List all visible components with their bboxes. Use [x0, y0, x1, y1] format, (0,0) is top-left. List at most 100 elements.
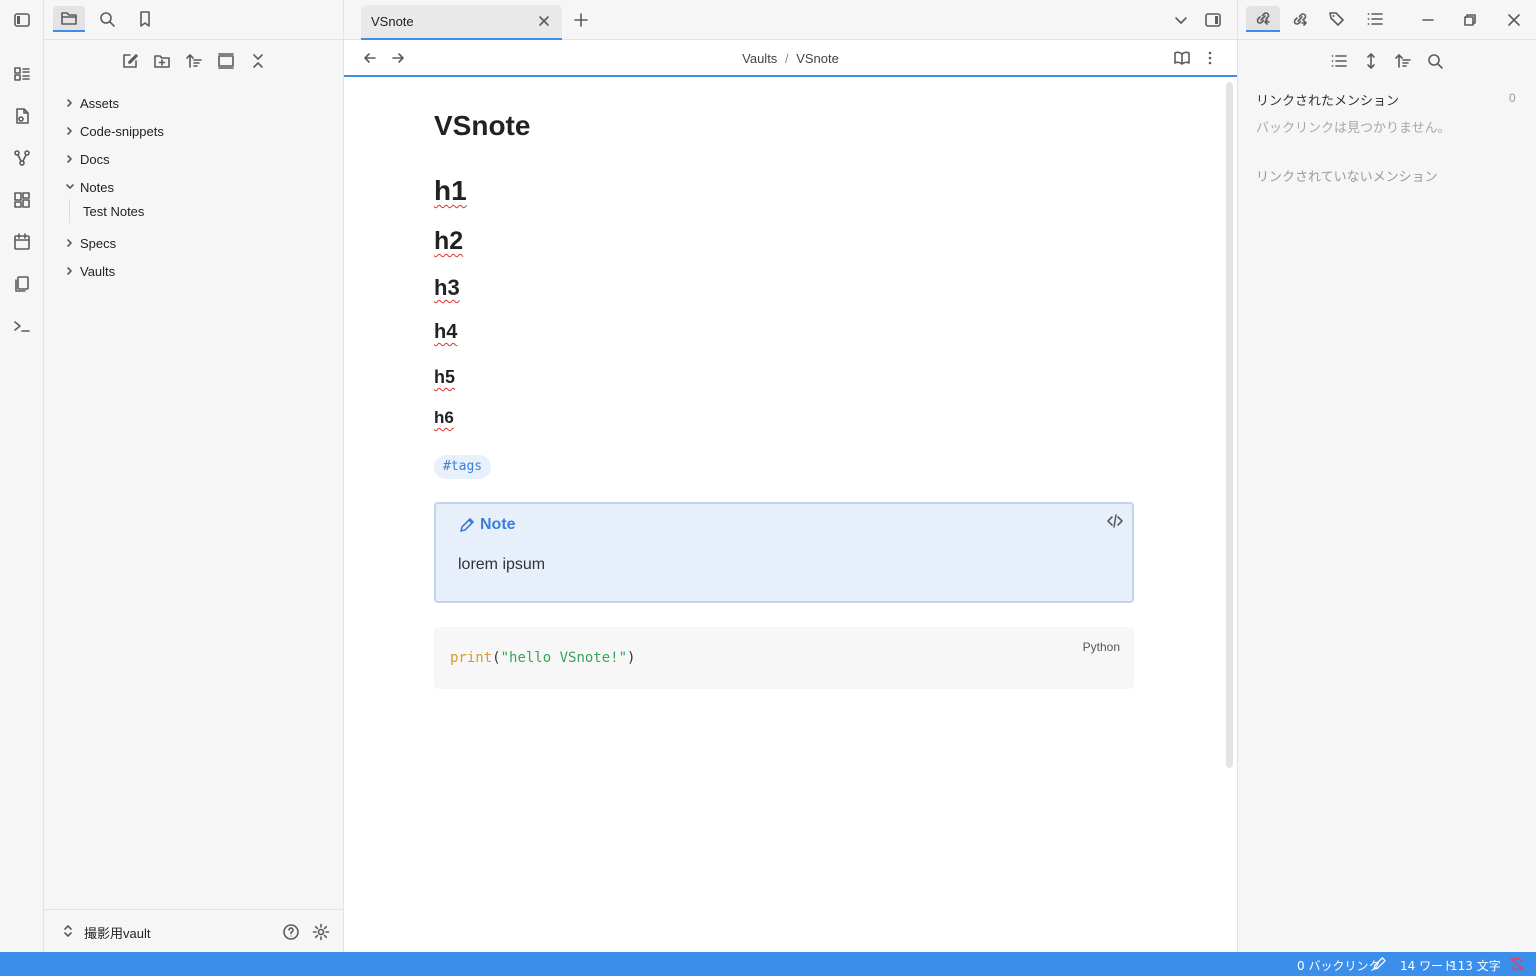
expand-context-icon[interactable] — [1357, 48, 1385, 74]
graph-view-icon[interactable] — [8, 145, 36, 171]
left-sidebar: Assets Code-snippets Docs Notes Test Not… — [44, 0, 344, 952]
minimize-icon[interactable] — [1414, 7, 1442, 33]
collapse-all-icon[interactable] — [244, 48, 272, 74]
heading-3[interactable]: h3 — [434, 275, 460, 301]
unlinked-mentions-heading[interactable]: リンクされていないメンション — [1256, 166, 1438, 185]
code-block[interactable]: Python print("hello VSnote!") — [434, 627, 1134, 689]
status-backlinks[interactable]: 0 バックリンク — [1297, 957, 1380, 974]
editor-scrollbar[interactable] — [1226, 82, 1233, 768]
calendar-icon[interactable] — [8, 229, 36, 255]
chevron-right-icon — [62, 126, 78, 136]
left-sidebar-tabs — [44, 0, 344, 40]
auto-reveal-icon[interactable] — [212, 48, 240, 74]
restore-icon[interactable] — [1456, 7, 1484, 33]
note-title[interactable]: VSnote — [434, 110, 530, 142]
canvas-icon[interactable] — [8, 187, 36, 213]
vault-name[interactable]: 撮影用vault — [84, 923, 150, 942]
code-toggle-icon[interactable] — [1106, 512, 1124, 530]
sync-off-icon[interactable] — [1509, 956, 1525, 972]
tab-title: VSnote — [371, 14, 414, 29]
folder-notes[interactable]: Notes — [62, 175, 114, 199]
folder-code-snippets[interactable]: Code-snippets — [62, 119, 164, 143]
heading-6[interactable]: h6 — [434, 408, 454, 428]
folder-assets[interactable]: Assets — [62, 91, 119, 115]
breadcrumb-separator: / — [784, 51, 789, 66]
callout-note[interactable]: Note lorem ipsum — [434, 502, 1134, 603]
ribbon — [0, 0, 44, 952]
heading-5[interactable]: h5 — [434, 367, 455, 388]
right-sidebar: リンクされたメンション 0 バックリンクは見つかりません。 リンクされていないメ… — [1237, 0, 1536, 952]
search-icon[interactable] — [1421, 48, 1449, 74]
chevron-right-icon — [62, 154, 78, 164]
code-func: print — [450, 650, 493, 666]
tags-tab-icon[interactable] — [1323, 6, 1351, 32]
view-header: Vaults / VSnote — [344, 40, 1237, 77]
callout-title: Note — [480, 516, 516, 533]
no-backlinks-text: バックリンクは見つかりません。 — [1256, 121, 1451, 136]
code-paren-open: ( — [492, 650, 501, 666]
tag-pill[interactable]: #tags — [434, 455, 492, 479]
new-tab-icon[interactable] — [567, 7, 595, 33]
folder-label: Specs — [80, 235, 117, 251]
sort-icon[interactable] — [180, 48, 208, 74]
chevron-right-icon — [62, 266, 78, 276]
open-file-icon[interactable] — [8, 103, 36, 129]
code-line: print("hello VSnote!") — [450, 650, 635, 666]
close-window-icon[interactable] — [1500, 7, 1528, 33]
folder-vaults[interactable]: Vaults — [62, 259, 115, 283]
folder-label: Notes — [80, 179, 114, 195]
chevron-down-icon — [62, 182, 78, 192]
tab-list-chevron-down-icon[interactable] — [1167, 7, 1195, 33]
collapse-results-icon[interactable] — [1325, 48, 1353, 74]
file-label: Test Notes — [83, 203, 145, 219]
new-folder-icon[interactable] — [148, 48, 176, 74]
callout-body: lorem ipsum — [458, 556, 546, 573]
close-tab-icon[interactable] — [537, 14, 551, 28]
code-paren-close: ) — [627, 650, 636, 666]
reading-view-book-icon[interactable] — [1168, 45, 1196, 71]
breadcrumb: Vaults / VSnote — [344, 51, 1237, 66]
vault-switcher-icon[interactable] — [62, 923, 74, 939]
code-language-label: Python — [1082, 640, 1120, 654]
templates-icon[interactable] — [8, 271, 36, 297]
outline-tab-icon[interactable] — [1361, 6, 1389, 32]
tree-indent-guide — [69, 199, 70, 223]
file-test-notes[interactable]: Test Notes — [83, 199, 144, 223]
folder-label: Docs — [80, 151, 110, 167]
toggle-right-sidebar-icon[interactable] — [1199, 7, 1227, 33]
outgoing-links-tab-icon[interactable] — [1286, 6, 1314, 32]
heading-4[interactable]: h4 — [434, 321, 457, 344]
vault-bar: 撮影用vault — [44, 909, 344, 952]
tab-strip: VSnote — [344, 0, 1237, 40]
search-tab-icon[interactable] — [93, 6, 121, 32]
help-icon[interactable] — [277, 919, 305, 945]
edit-pencil-icon[interactable] — [1372, 956, 1387, 971]
file-explorer-tab-icon[interactable] — [53, 6, 85, 32]
outline-icon[interactable] — [8, 61, 36, 87]
breadcrumb-folder[interactable]: Vaults — [742, 51, 777, 66]
new-note-icon[interactable] — [116, 48, 144, 74]
chevron-right-icon — [62, 238, 78, 248]
terminal-icon[interactable] — [8, 313, 36, 339]
right-sidebar-tabs — [1238, 0, 1536, 40]
pencil-icon — [458, 516, 476, 534]
folder-label: Vaults — [80, 263, 116, 279]
toggle-left-sidebar-icon[interactable] — [8, 7, 36, 33]
bookmarks-tab-icon[interactable] — [131, 6, 159, 32]
folder-label: Code-snippets — [80, 123, 164, 139]
status-word-count: 14 ワード — [1400, 959, 1456, 973]
folder-specs[interactable]: Specs — [62, 231, 116, 255]
tab-vsnote[interactable]: VSnote — [361, 5, 562, 40]
more-options-icon[interactable] — [1196, 45, 1224, 71]
chevron-right-icon — [62, 98, 78, 108]
linked-mentions-count: 0 — [1509, 91, 1516, 105]
folder-docs[interactable]: Docs — [62, 147, 110, 171]
sort-icon[interactable] — [1389, 48, 1417, 74]
heading-2[interactable]: h2 — [434, 227, 463, 256]
backlinks-tab-icon[interactable] — [1246, 6, 1280, 32]
status-bar: 0 バックリンク 14 ワード 113 文字 — [0, 952, 1536, 976]
heading-1[interactable]: h1 — [434, 175, 467, 207]
breadcrumb-file[interactable]: VSnote — [796, 51, 839, 66]
linked-mentions-heading[interactable]: リンクされたメンション — [1256, 90, 1399, 109]
settings-gear-icon[interactable] — [307, 919, 335, 945]
